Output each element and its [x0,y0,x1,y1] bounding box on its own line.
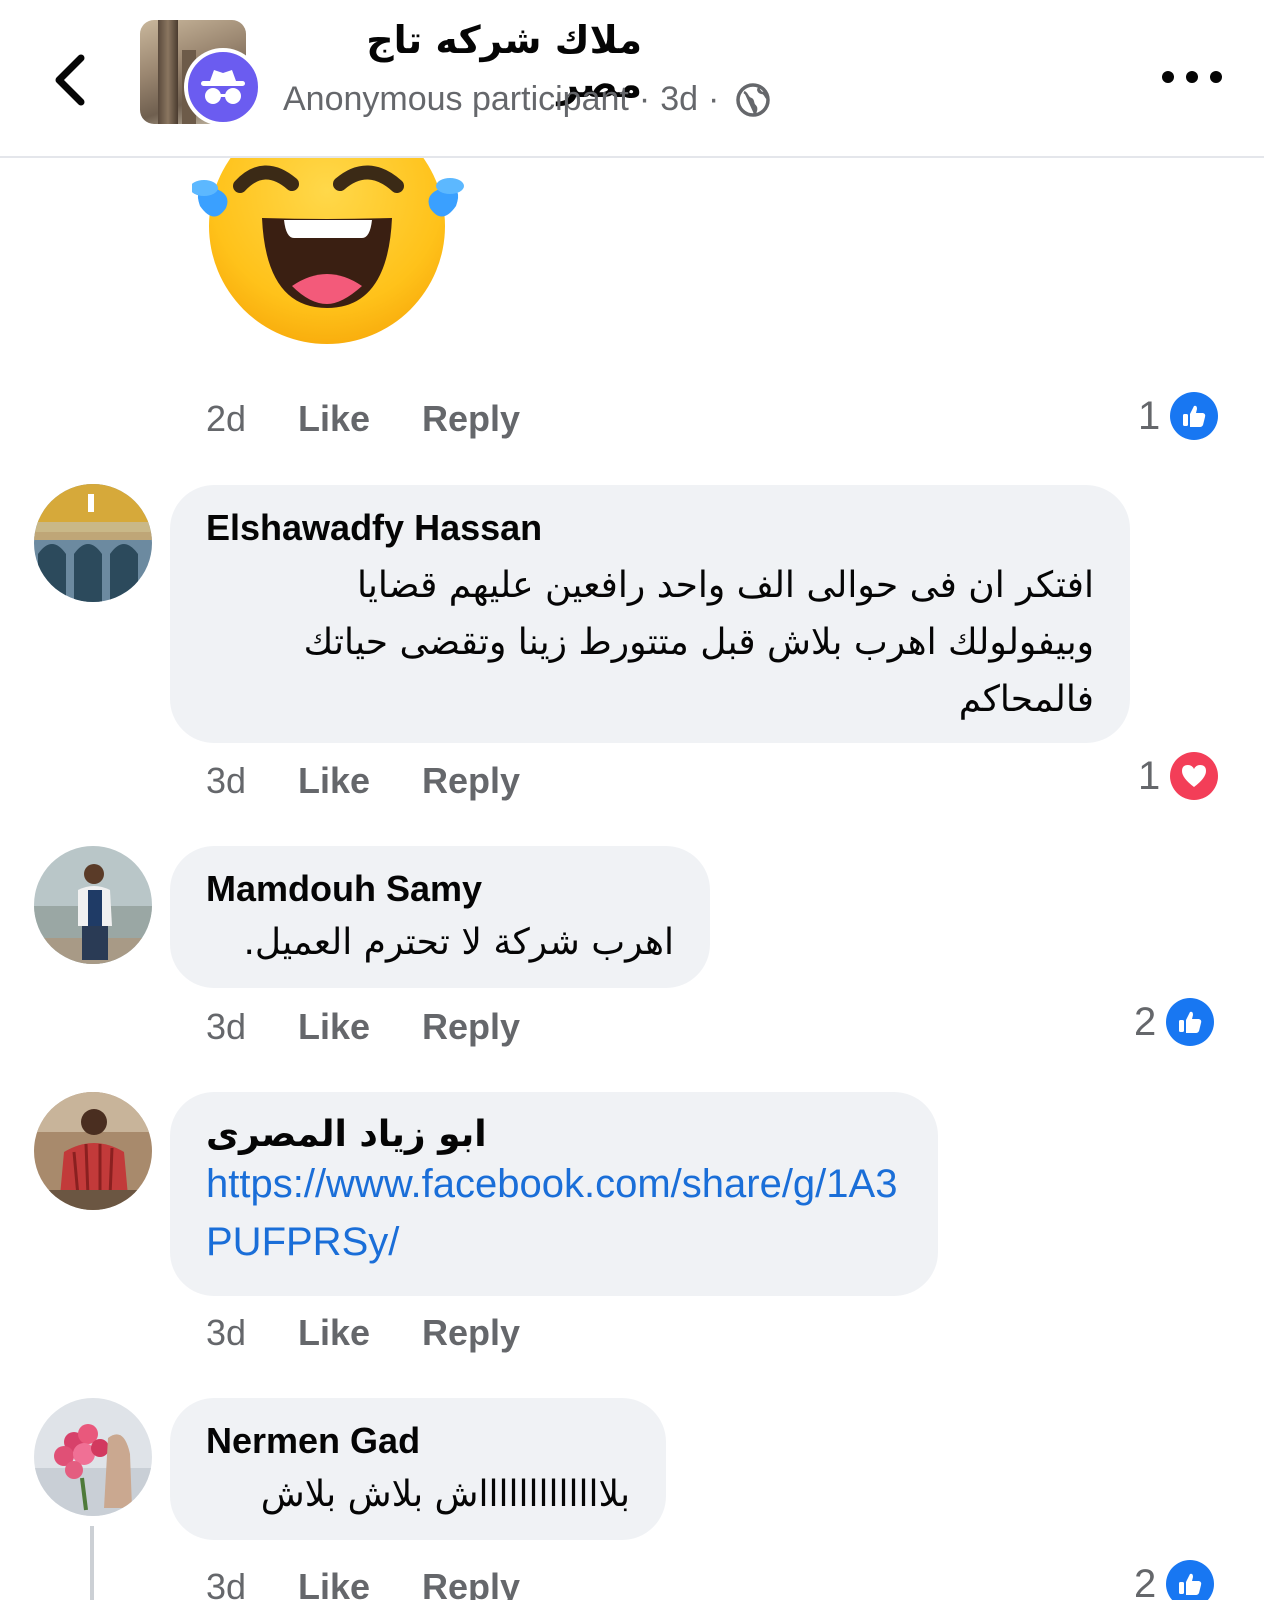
like-button[interactable]: Like [298,760,422,802]
reply-button[interactable]: Reply [422,760,520,802]
comment-time[interactable]: 3d [206,1006,298,1048]
like-button[interactable]: Like [298,1566,422,1600]
comment-time[interactable]: 3d [206,1566,298,1600]
comment-actions: 3d Like Reply [206,1006,520,1048]
reaction-count: 2 [1134,1561,1157,1600]
avatar[interactable] [34,1092,152,1210]
comment-author[interactable]: Elshawadfy Hassan [206,507,1094,549]
avatar[interactable] [34,846,152,964]
more-options-button[interactable] [1162,62,1222,92]
like-button[interactable]: Like [298,1312,422,1354]
reaction-count: 1 [1138,753,1161,798]
avatar[interactable] [34,1398,152,1516]
comment-link[interactable]: https://www.facebook.com/share/g/1A3PUFP… [206,1155,906,1271]
chevron-left-icon [55,54,85,106]
comment-text: اهرب شركة لا تحترم العميل. [243,922,674,963]
thumbs-up-icon [1166,998,1215,1046]
comment-actions: 3d Like Reply [206,760,520,802]
reply-button[interactable]: Reply [422,1312,520,1354]
reaction-summary[interactable]: 1 [1138,392,1219,440]
thumbs-up-icon [1170,392,1219,440]
globe-icon [736,82,771,117]
reaction-summary[interactable]: 1 [1138,752,1219,800]
author-label[interactable]: Anonymous participant [283,80,629,119]
comment-actions: 3d Like Reply [206,1566,520,1600]
reaction-summary[interactable]: 2 [1134,998,1215,1046]
reply-button[interactable]: Reply [422,1006,520,1048]
back-button[interactable] [48,50,92,110]
reply-button[interactable]: Reply [422,398,520,440]
comment-bubble[interactable]: ابو زياد المصرى https://www.facebook.com… [170,1092,938,1296]
comment-actions: 2d Like Reply [206,398,520,440]
reaction-summary[interactable]: 2 [1134,1560,1215,1600]
post-time[interactable]: 3d [660,80,698,119]
comment-bubble[interactable]: Mamdouh Samy اهرب شركة لا تحترم العميل. [170,846,710,988]
comment-time[interactable]: 3d [206,760,298,802]
like-button[interactable]: Like [298,398,422,440]
post-meta: Anonymous participant · 3d · [283,80,771,119]
post-header: ملاك شركه تاج مصر Anonymous participant … [0,0,1264,158]
incognito-icon [184,48,262,126]
comment-author[interactable]: Nermen Gad [206,1420,630,1462]
reaction-count: 2 [1134,999,1157,1044]
comment-author[interactable]: Mamdouh Samy [206,868,674,910]
meta-separator: · [638,80,651,118]
comment-actions: 3d Like Reply [206,1312,520,1354]
comment-time[interactable]: 2d [206,398,298,440]
heart-icon [1170,752,1219,800]
comment-text: افتكر ان فى حوالى الف واحد رافعين عليهم … [303,565,1094,720]
thumbs-up-icon [1166,1560,1215,1600]
laughing-tears-emoji [192,158,472,348]
reaction-count: 1 [1138,393,1161,438]
avatar[interactable] [34,484,152,602]
reply-thread-line [90,1526,94,1600]
comment-bubble[interactable]: Nermen Gad بلاااااااااااااش بلاش بلاش [170,1398,666,1540]
comment-bubble[interactable]: Elshawadfy Hassan افتكر ان فى حوالى الف … [170,485,1130,743]
comment-text: بلاااااااااااااش بلاش بلاش [260,1474,630,1515]
meta-separator: · [708,80,720,118]
like-button[interactable]: Like [298,1006,422,1048]
comment-author[interactable]: ابو زياد المصرى [206,1114,902,1155]
comment-time[interactable]: 3d [206,1312,298,1354]
reply-button[interactable]: Reply [422,1566,520,1600]
